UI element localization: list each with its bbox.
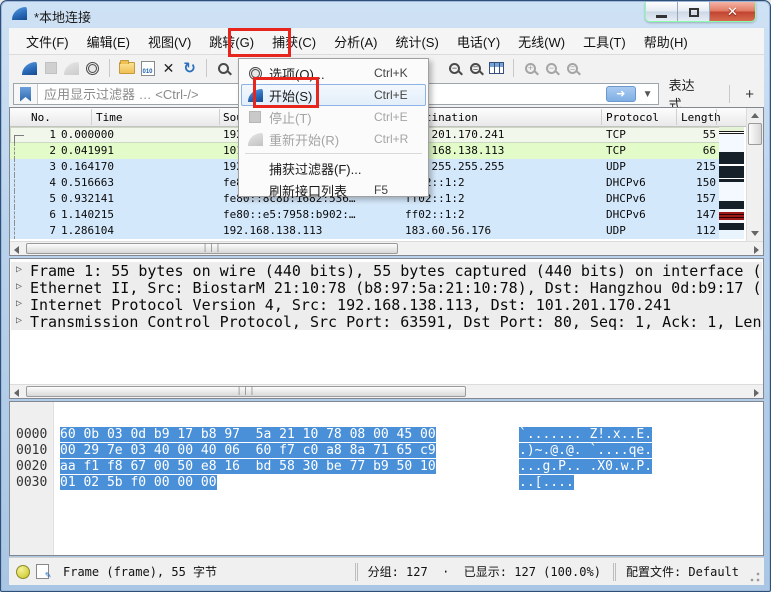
close-button[interactable]: ✕ [710,2,755,22]
title-bar: *本地连接 ✕ [1,1,770,28]
filter-dropdown-caret-icon[interactable]: ▼ [638,89,658,100]
annotation-box-capture-menu [228,28,291,57]
capture-menu-restart[interactable]: 重新开始(R) Ctrl+R [241,128,426,150]
wireshark-app-icon [12,7,28,22]
menu-edit[interactable]: 编辑(E) [78,28,139,55]
profile-status[interactable]: 配置文件: Default [616,563,749,580]
maximize-button[interactable] [678,2,710,22]
capture-menu-capture-filters[interactable]: 捕获过滤器(F)... [241,157,426,179]
resize-grip[interactable] [749,571,761,583]
expand-arrow-icon[interactable]: ▷ [16,281,22,292]
column-length[interactable]: Length [681,111,721,124]
apply-filter-button[interactable]: ➜ [606,86,636,102]
expand-arrow-icon[interactable]: ▷ [16,315,22,326]
hex-row[interactable]: 0020aa f1 f8 67 00 50 e8 16 bd 58 30 be … [10,444,763,460]
menu-telephony[interactable]: 电话(Y) [448,28,509,55]
detail-line-ethernet[interactable]: ▷Ethernet II, Src: BiostarM_21:10:78 (b8… [11,279,762,296]
close-file-icon[interactable]: ✕ [158,57,179,79]
vertical-scroll-thumb[interactable] [748,123,762,145]
reload-icon[interactable]: ↻ [179,57,200,79]
save-file-icon[interactable]: 010 [137,57,158,79]
expand-arrow-icon[interactable]: ▷ [16,264,22,275]
zoom-out-icon[interactable]: − [444,57,465,79]
zoom-in-disabled-icon[interactable]: + [520,57,541,79]
hex-row[interactable]: 003001 02 5b f0 00 00 00..[.... [10,460,763,476]
menu-analyze[interactable]: 分析(A) [325,28,386,55]
packet-row-7[interactable]: 71.286104192.168.138.113183.60.56.176UDP… [10,223,743,239]
menu-statistics[interactable]: 统计(S) [386,28,447,55]
capture-comment-icon[interactable] [36,564,49,579]
menu-bar: 文件(F) 编辑(E) 视图(V) 跳转(G) 捕获(C) 分析(A) 统计(S… [9,28,764,55]
window-title: *本地连接 [34,7,91,26]
details-horizontal-scrollbar[interactable] [10,384,763,398]
column-protocol[interactable]: Protocol [606,111,659,124]
menu-tools[interactable]: 工具(T) [574,28,635,55]
normal-size-icon[interactable]: = [465,57,486,79]
detail-line-frame[interactable]: ▷Frame 1: 55 bytes on wire (440 bits), 5… [11,262,762,279]
intelligent-scrollbar-minimap[interactable] [719,127,744,239]
packet-details-pane: ▷Frame 1: 55 bytes on wire (440 bits), 5… [9,258,764,399]
minimize-button[interactable] [646,2,678,22]
open-file-icon[interactable] [116,57,137,79]
annotation-box-start-item [253,77,319,108]
horizontal-scroll-thumb[interactable] [26,243,398,254]
horizontal-scroll-thumb[interactable] [26,386,466,397]
resize-columns-icon[interactable] [486,57,507,79]
menu-file[interactable]: 文件(F) [17,28,78,55]
status-bar: Frame (frame), 55 字节 分组: 127 · 已显示: 127 … [9,557,764,585]
hex-row[interactable]: 000060 0b 03 0d b9 17 b8 97 5a 21 10 78 … [10,412,763,428]
menu-help[interactable]: 帮助(H) [635,28,697,55]
detail-line-ip[interactable]: ▷Internet Protocol Version 4, Src: 192.1… [11,296,762,313]
zoom-out-disabled-icon[interactable]: − [541,57,562,79]
selected-field-status: Frame (frame), 55 字节 [63,563,217,580]
packet-row-6[interactable]: 61.140215fe80::e5:7958:b902:…ff02::1:2DH… [10,207,743,223]
stop-square-icon [241,111,269,123]
menu-view[interactable]: 视图(V) [139,28,200,55]
expand-arrow-icon[interactable]: ▷ [16,298,22,309]
expert-info-icon[interactable] [16,565,30,579]
column-time[interactable]: Time [96,111,123,124]
restart-fin-icon [241,133,269,146]
filter-bookmark-icon[interactable] [14,84,38,104]
capture-menu-stop[interactable]: 停止(T) Ctrl+E [241,106,426,128]
window-controls: ✕ [645,2,756,22]
column-no[interactable]: No. [31,111,51,124]
detail-line-tcp[interactable]: ▷Transmission Control Protocol, Src Port… [11,313,762,330]
hex-row[interactable]: 001000 29 7e 03 40 00 40 06 60 f7 c0 a8 … [10,428,763,444]
stop-capture-icon[interactable] [40,57,61,79]
add-filter-button[interactable]: + [739,86,760,103]
capture-options-icon[interactable] [82,57,103,79]
start-capture-icon[interactable] [19,57,40,79]
hex-dump-pane: 000060 0b 03 0d b9 17 b8 97 5a 21 10 78 … [9,401,764,556]
wireshark-window: *本地连接 ✕ 文件(F) 编辑(E) 视图(V) 跳转(G) 捕获(C) 分析… [0,0,771,592]
restart-capture-icon[interactable] [61,57,82,79]
packet-list-horizontal-scrollbar[interactable] [10,241,763,255]
packet-counts-status: 分组: 127 · 已显示: 127 (100.0%) [358,563,611,580]
capture-menu-refresh-interfaces[interactable]: 刷新接口列表 F5 [241,179,426,201]
find-packet-icon[interactable] [213,57,234,79]
packet-list-vertical-scrollbar[interactable] [746,108,763,241]
menu-wireless[interactable]: 无线(W) [509,28,574,55]
normal-size-disabled-icon[interactable]: = [562,57,583,79]
